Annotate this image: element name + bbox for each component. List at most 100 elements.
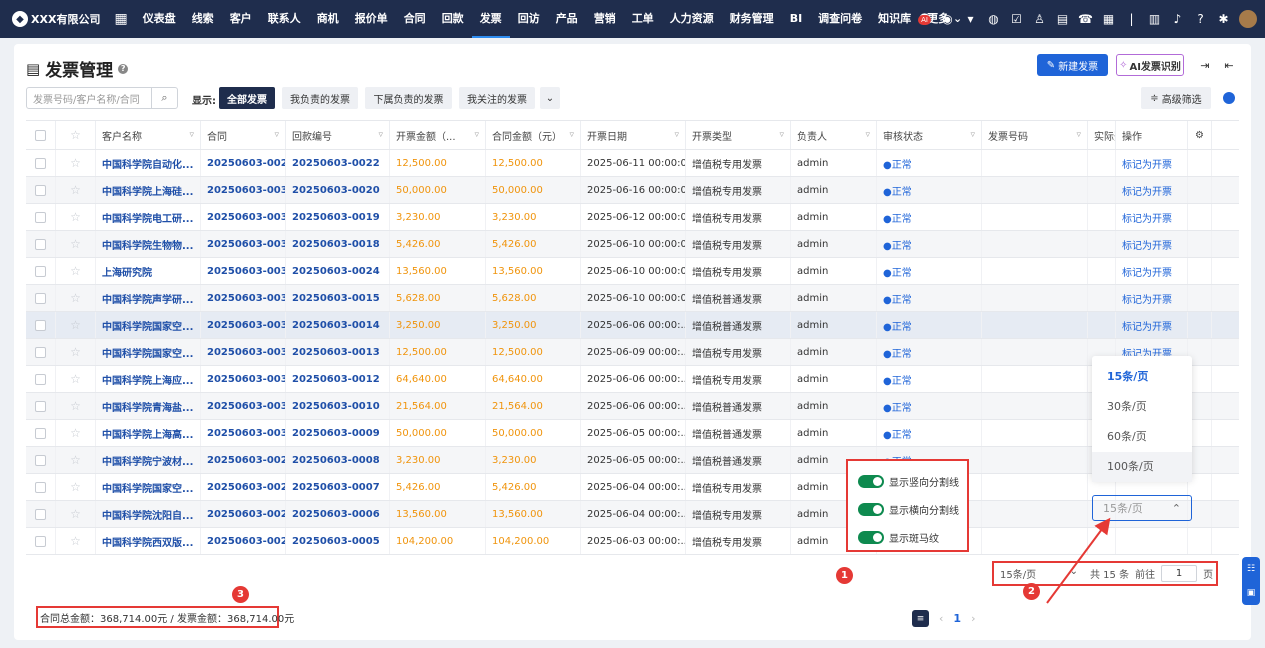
table-row[interactable]: ☆ 中国科学院国家空... 20250603-0033 20250603-0013 12… [26,339,1239,366]
follow-star-icon[interactable]: ☆ [56,285,96,311]
table-cell[interactable]: 标记为开票 [1116,177,1188,203]
filter-icon[interactable]: ▿ [970,130,975,140]
cell-contract[interactable]: 20250603-0030 [207,428,285,439]
cell-return[interactable]: 20250603-0019 [292,212,380,223]
checkbox[interactable] [35,373,46,385]
table-cell[interactable]: 20250603-0026 [201,528,286,554]
filter-followed-invoices[interactable]: 我关注的发票 [459,87,535,109]
cell-contract[interactable]: 20250603-0037 [207,239,285,250]
follow-star-icon[interactable]: ☆ [56,231,96,257]
table-cell[interactable]: 20250603-0036 [201,258,286,284]
nav-item-11[interactable]: 营销 [586,0,624,38]
toggle-vertical-divider[interactable]: 显示竖向分割线 [848,467,967,495]
table-cell[interactable]: 20250603-0031 [201,393,286,419]
row-checkbox[interactable] [26,393,56,419]
ai-invoice-recognition-button[interactable]: ✧ AI发票识别 [1116,54,1184,76]
nav-item-1[interactable]: 线索 [184,0,222,38]
phone-icon[interactable]: ☎ [1078,12,1093,27]
cell-return[interactable]: 20250603-0009 [292,428,380,439]
nav-item-12[interactable]: 工单 [624,0,662,38]
table-cell[interactable]: 20250603-0030 [201,420,286,446]
globe-icon[interactable]: ◍ [986,12,1001,27]
column-header[interactable]: 负责人 ▿ [791,121,877,149]
checkbox[interactable] [35,481,46,493]
table-row[interactable]: ☆ 中国科学院沈阳自... 20250603-0027 20250603-0006 13… [26,501,1239,528]
table-cell[interactable]: 中国科学院上海应... [96,366,201,392]
row-checkbox[interactable] [26,420,56,446]
table-cell[interactable]: 20250603-0034... [201,312,286,338]
row-checkbox[interactable] [26,447,56,473]
follow-star-icon[interactable]: ☆ [56,258,96,284]
table-cell[interactable]: 中国科学院沈阳自... [96,501,201,527]
cell-op[interactable]: 标记为开票 [1122,318,1172,333]
cell-customer[interactable]: 中国科学院上海硅... [102,183,193,198]
table-row[interactable]: ☆ 中国科学院生物物... 20250603-0037 20250603-0018 5,… [26,231,1239,258]
column-header[interactable]: 合同 ▿ [201,121,286,149]
row-checkbox[interactable] [26,501,56,527]
checkbox[interactable] [35,535,46,547]
cell-return[interactable]: 20250603-0022 [292,158,380,169]
gear-icon[interactable]: ✱ [1216,12,1231,27]
cell-return[interactable]: 20250603-0008 [292,455,380,466]
nav-item-17[interactable]: 知识库 [870,0,919,38]
filter-icon[interactable]: ▿ [1076,130,1081,140]
cell-contract[interactable]: 20250603-0039 [207,185,285,196]
table-cell[interactable]: 20250603-0010 [286,393,390,419]
cell-customer[interactable]: 中国科学院上海应... [102,372,193,387]
cell-return[interactable]: 20250603-0005 [292,536,380,547]
follow-star-icon[interactable]: ☆ [56,420,96,446]
page-size-option-100[interactable]: 100条/页 [1092,452,1192,482]
new-invoice-button[interactable]: ✎ 新建发票 [1037,54,1108,76]
cell-return[interactable]: 20250603-0024 [292,266,380,277]
cell-op[interactable]: 标记为开票 [1122,183,1172,198]
table-cell[interactable]: 20250603-0008 [286,447,390,473]
table-cell[interactable]: 20250603-0039 [201,177,286,203]
table-cell[interactable]: 20250603-0024 [286,258,390,284]
table-cell[interactable]: 中国科学院西双版... [96,528,201,554]
cell-return[interactable]: 20250603-0012 [292,374,380,385]
page-size-select[interactable]: 15条/页 ⌃ [1092,495,1192,521]
table-cell[interactable]: 20250603-0033 [201,339,286,365]
cell-contract[interactable]: 20250603-0036 [207,266,285,277]
row-checkbox[interactable] [26,474,56,500]
checkbox[interactable] [35,184,46,196]
cell-op[interactable]: 标记为开票 [1122,291,1172,306]
row-checkbox[interactable] [26,339,56,365]
table-cell[interactable]: 20250603-0009 [286,420,390,446]
table-cell[interactable]: 中国科学院自动化... [96,150,201,176]
import-icon[interactable]: ⇥ [1196,56,1214,74]
check-square-icon[interactable]: ☑ [1009,12,1024,27]
table-cell[interactable]: 20250603-0014 [286,312,390,338]
filter-icon[interactable]: ▿ [569,130,574,140]
table-cell[interactable]: 标记为开票 [1116,231,1188,257]
page-size-option-30[interactable]: 30条/页 [1092,392,1192,422]
filter-icon[interactable]: ▿ [779,130,784,140]
table-cell[interactable]: 中国科学院声学研... [96,285,201,311]
checkbox[interactable] [35,238,46,250]
calendar-icon[interactable]: ▦ [1101,12,1116,27]
current-page[interactable]: 1 [953,612,961,625]
nav-item-13[interactable]: 人力资源 [662,0,722,38]
table-cell[interactable]: 中国科学院国家空... [96,474,201,500]
table-cell[interactable]: 中国科学院宁波材... [96,447,201,473]
table-cell[interactable]: 标记为开票 [1116,204,1188,230]
nav-item-6[interactable]: 合同 [396,0,434,38]
table-cell[interactable]: 中国科学院国家空... [96,312,201,338]
cell-contract[interactable]: 20250603-0024... [207,158,285,169]
follow-star-icon[interactable]: ☆ [56,150,96,176]
cell-return[interactable]: 20250603-0006 [292,509,380,520]
filter-icon[interactable]: ▿ [674,130,679,140]
toggle-zebra-stripes[interactable]: 显示斑马纹 [848,523,967,551]
table-cell[interactable]: 20250603-0032 [201,366,286,392]
pagination-menu-icon[interactable]: ≡ [912,610,929,627]
cell-return[interactable]: 20250603-0013 [292,347,380,358]
cell-return[interactable]: 20250603-0018 [292,239,380,250]
cell-op[interactable]: 标记为开票 [1122,264,1172,279]
help-icon[interactable]: ? [118,63,129,74]
cell-customer[interactable]: 中国科学院国家空... [102,480,193,495]
cell-contract[interactable]: 20250603-0038 [207,212,285,223]
table-cell[interactable]: 中国科学院国家空... [96,339,201,365]
table-row[interactable]: ☆ 上海研究院 20250603-0036 20250603-0024 13,560.0… [26,258,1239,285]
cell-customer[interactable]: 中国科学院电工研... [102,210,193,225]
nav-item-7[interactable]: 回款 [434,0,472,38]
